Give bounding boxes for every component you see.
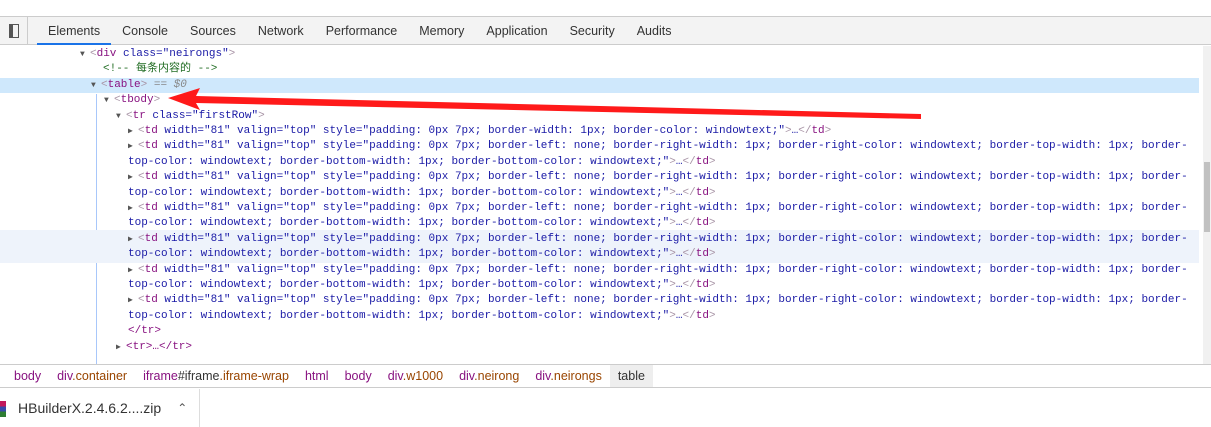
- tr-collapsed-text: <tr>…</tr>: [126, 340, 193, 353]
- breadcrumb-div[interactable]: div.w1000: [380, 365, 451, 387]
- node-td[interactable]: ▶ <td width="81" valign="top" style="padd…: [0, 201, 1199, 216]
- expand-triangle-icon[interactable]: ▼: [91, 78, 101, 93]
- zip-file-icon: [0, 401, 6, 417]
- node-tbody[interactable]: ▼ <tbody>: [0, 93, 1199, 108]
- tab-application[interactable]: Application: [475, 17, 558, 45]
- breadcrumb-iframe[interactable]: iframe#iframe.iframe-wrap: [135, 365, 297, 387]
- collapse-triangle-icon[interactable]: ▶: [128, 201, 138, 216]
- collapse-triangle-icon[interactable]: ▶: [128, 293, 138, 308]
- node-td[interactable]: ▶ <td width="81" valign="top" style="padd…: [0, 170, 1199, 185]
- tab-security[interactable]: Security: [559, 17, 626, 45]
- breadcrumb-html[interactable]: html: [297, 365, 337, 387]
- node-tr-collapsed[interactable]: ▶ <tr>…</tr>: [0, 340, 1199, 355]
- expand-triangle-icon[interactable]: ▼: [104, 93, 114, 108]
- breadcrumb-body[interactable]: body: [337, 365, 380, 387]
- node-td[interactable]: ▶ <td width="81" valign="top" style="padd…: [0, 124, 1199, 139]
- breadcrumb-div[interactable]: div.neirong: [451, 365, 527, 387]
- collapse-triangle-icon[interactable]: ▶: [128, 263, 138, 278]
- tree-scrollbar[interactable]: [1203, 46, 1211, 364]
- expand-triangle-icon[interactable]: ▼: [116, 109, 126, 124]
- download-item[interactable]: HBuilderX.2.4.6.2....zip ⌃: [0, 389, 200, 427]
- collapse-triangle-icon[interactable]: ▶: [128, 124, 138, 139]
- node-td-continued[interactable]: top-color: windowtext; border-bottom-wid…: [0, 186, 1199, 201]
- breadcrumb: body div.container iframe#iframe.iframe-wr…: [0, 364, 1211, 388]
- tab-audits[interactable]: Audits: [626, 17, 683, 45]
- tab-performance[interactable]: Performance: [315, 17, 409, 45]
- expand-triangle-icon[interactable]: ▼: [80, 47, 90, 62]
- tab-network[interactable]: Network: [247, 17, 315, 45]
- breadcrumb-body[interactable]: body: [6, 365, 49, 387]
- node-td-continued[interactable]: top-color: windowtext; border-bottom-wid…: [0, 309, 1199, 324]
- scrollbar-thumb[interactable]: [1204, 162, 1210, 232]
- breadcrumb-div[interactable]: div.container: [49, 365, 135, 387]
- node-tr-close[interactable]: </tr>: [0, 324, 1199, 339]
- window-top: [0, 0, 1211, 17]
- node-comment[interactable]: <!-- 每条内容的 -->: [0, 62, 1199, 77]
- collapse-triangle-icon[interactable]: ▶: [128, 170, 138, 185]
- elements-tree[interactable]: </tr> ▶ <tr>…</tr> ▼ <div class="neirongs"…: [0, 46, 1203, 364]
- collapse-triangle-icon[interactable]: ▶: [116, 340, 126, 355]
- node-td-continued[interactable]: top-color: windowtext; border-bottom-wid…: [0, 278, 1199, 293]
- breadcrumb-table[interactable]: table: [609, 365, 653, 387]
- collapse-triangle-icon[interactable]: ▶: [128, 139, 138, 154]
- node-td[interactable]: ▶ <td width="81" valign="top" style="padd…: [0, 139, 1199, 154]
- device-icon: [8, 23, 19, 38]
- chevron-up-icon[interactable]: ⌃: [177, 401, 187, 415]
- device-toolbar-toggle[interactable]: [0, 16, 28, 45]
- tab-elements[interactable]: Elements: [37, 17, 112, 45]
- node-td[interactable]: ▶ <td width="81" valign="top" style="padd…: [0, 263, 1199, 278]
- node-td[interactable]: ▶ <td width="81" valign="top" style="padd…: [0, 293, 1199, 308]
- download-bar: HBuilderX.2.4.6.2....zip ⌃: [0, 389, 1211, 427]
- breadcrumb-div[interactable]: div.neirongs: [527, 365, 610, 387]
- node-td-continued[interactable]: top-color: windowtext; border-bottom-wid…: [0, 155, 1199, 170]
- node-td[interactable]: ▶ <td width="81" valign="top" style="padd…: [0, 232, 1199, 247]
- node-div-neirongs[interactable]: ▼ <div class="neirongs">: [0, 47, 1199, 62]
- devtools-tabbar: Elements Console Sources Network Performance…: [0, 16, 1211, 45]
- node-tr-firstrow[interactable]: ▼ <tr class="firstRow">: [0, 109, 1199, 124]
- tab-memory[interactable]: Memory: [408, 17, 475, 45]
- tr-close-text: </tr>: [128, 325, 162, 337]
- tab-sources[interactable]: Sources: [179, 17, 247, 45]
- download-filename: HBuilderX.2.4.6.2....zip: [18, 400, 162, 416]
- node-td-continued[interactable]: top-color: windowtext; border-bottom-wid…: [0, 247, 1199, 262]
- node-table-selected[interactable]: ▼ <table> == $0: [0, 77, 1199, 94]
- collapse-triangle-icon[interactable]: ▶: [128, 232, 138, 247]
- tab-console[interactable]: Console: [111, 17, 179, 45]
